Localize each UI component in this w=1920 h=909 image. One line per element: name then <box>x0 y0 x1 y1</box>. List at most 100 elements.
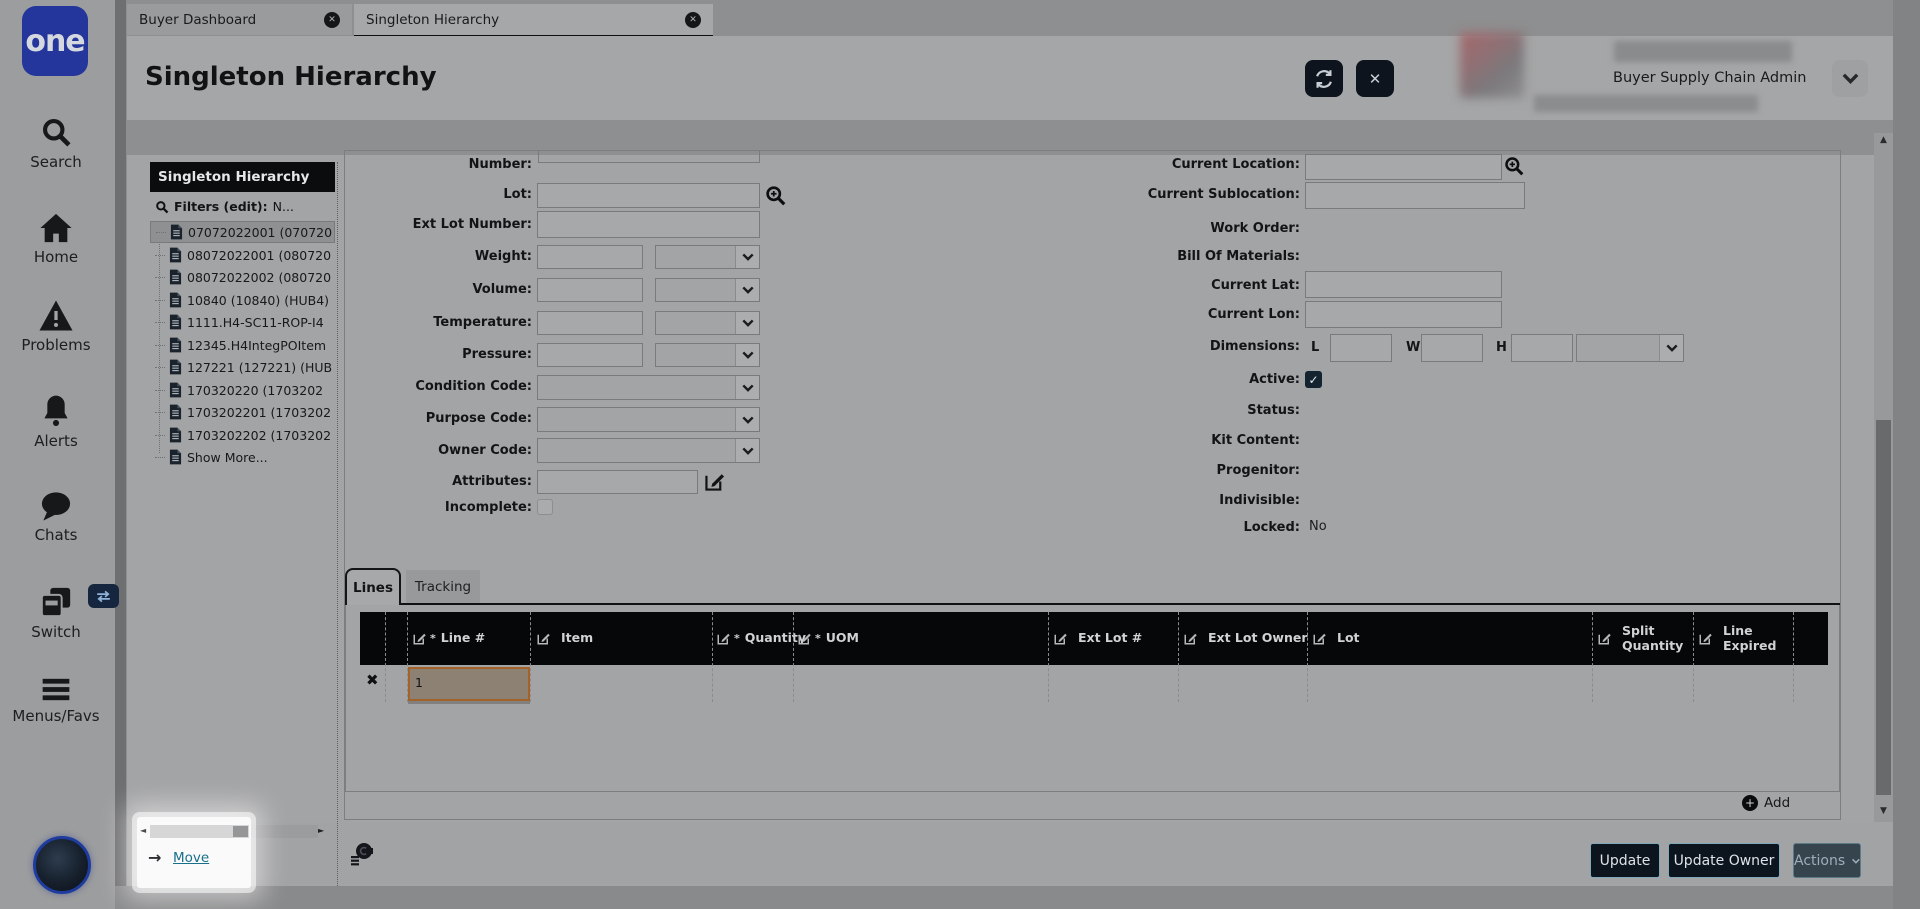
tab-lines[interactable]: Lines <box>345 568 401 605</box>
tab-close-icon[interactable]: ✕ <box>685 11 701 28</box>
tree-item[interactable]: 10840 (10840) (HUB4) <box>150 289 335 311</box>
pressure-input[interactable] <box>537 343 643 367</box>
tree-item[interactable]: 1703202202 (1703202 <box>150 424 335 446</box>
weight-input[interactable] <box>537 245 643 269</box>
col-header-lot[interactable]: Lot <box>1312 612 1360 665</box>
attributes-input[interactable] <box>537 470 698 494</box>
col-header-line[interactable]: * Line # <box>412 612 485 665</box>
sidebar-item-menus-favs[interactable]: Menus/Favs <box>0 676 112 725</box>
refresh-button[interactable] <box>1305 60 1343 97</box>
current-location-input[interactable] <box>1305 154 1502 180</box>
number-field-cropped[interactable] <box>538 151 760 163</box>
document-icon <box>169 314 182 330</box>
tree-item[interactable]: 170320220 (1703202 <box>150 379 335 401</box>
col-header-uom[interactable]: * UOM <box>797 612 859 665</box>
horizontal-scroll-thumb[interactable] <box>233 826 248 837</box>
move-link[interactable]: Move <box>173 850 209 866</box>
incomplete-checkbox[interactable] <box>537 499 553 515</box>
ext-lot-number-input[interactable] <box>537 211 760 238</box>
tour-spotlight: ◄ → Move <box>137 817 251 888</box>
switch-context-badge[interactable] <box>88 584 119 608</box>
tree-item[interactable]: 08072022002 (080720 <box>150 266 335 288</box>
field-label: Current Sublocation: <box>1147 187 1300 202</box>
tree-item[interactable]: 1111.H4-SC11-ROP-I4 <box>150 311 335 333</box>
dim-l-input[interactable] <box>1330 334 1392 362</box>
dim-uom-select[interactable] <box>1576 334 1684 362</box>
tree-filters-row[interactable]: Filters (edit): N... <box>150 193 335 220</box>
tree-stub <box>155 254 165 256</box>
field-label: Current Lat: <box>1211 278 1300 293</box>
pressure-uom-select[interactable] <box>655 343 760 367</box>
tab-buyer-dashboard[interactable]: Buyer Dashboard ✕ <box>127 4 352 35</box>
update-owner-button[interactable]: Update Owner <box>1668 843 1780 878</box>
tree-item[interactable]: 07072022001 (070720 <box>150 221 335 243</box>
col-header-item[interactable]: Item <box>536 612 593 665</box>
tab-close-icon[interactable]: ✕ <box>324 11 340 28</box>
tree-show-more[interactable]: Show More... <box>150 446 335 468</box>
scroll-right-icon[interactable]: ► <box>318 826 324 835</box>
tab-tracking[interactable]: Tracking <box>406 570 480 603</box>
dim-h-input[interactable] <box>1511 334 1573 362</box>
user-menu-button[interactable] <box>1832 60 1868 97</box>
tab-singleton-hierarchy[interactable]: Singleton Hierarchy ✕ <box>354 4 713 38</box>
tree-item[interactable]: 12345.H4IntegPOItem <box>150 334 335 356</box>
update-button[interactable]: Update <box>1590 843 1660 878</box>
line-number-cell[interactable]: 1 <box>408 667 530 701</box>
filters-label[interactable]: Filters (edit): <box>174 199 268 214</box>
actions-button[interactable]: Actions <box>1793 843 1861 878</box>
current-location-lookup-icon[interactable] <box>1504 156 1524 176</box>
barcode-scanner-icon[interactable] <box>349 841 375 868</box>
bottom-strip <box>115 886 1920 909</box>
dim-w-input[interactable] <box>1421 334 1483 362</box>
tree-stub <box>155 344 165 346</box>
lot-lookup-icon[interactable] <box>765 185 786 206</box>
grid-column-divider <box>712 612 713 702</box>
current-sublocation-input[interactable] <box>1305 182 1525 209</box>
volume-uom-select[interactable] <box>655 278 760 302</box>
temperature-input[interactable] <box>537 311 643 335</box>
one-network-logo[interactable]: one <box>22 6 88 76</box>
tree-item[interactable]: 08072022001 (080720 <box>150 244 335 266</box>
move-arrow-icon: → <box>148 848 162 867</box>
search-icon <box>42 119 71 147</box>
col-header-split-quantity[interactable]: Split Quantity <box>1597 612 1684 665</box>
horizontal-scrollbar[interactable] <box>251 825 318 838</box>
active-checkbox[interactable]: ✓ <box>1305 371 1322 388</box>
volume-input[interactable] <box>537 278 643 302</box>
col-header-ext-lot[interactable]: Ext Lot # <box>1053 612 1142 665</box>
lot-input[interactable] <box>537 183 760 208</box>
col-label: Item <box>561 630 594 646</box>
user-avatar[interactable] <box>1460 32 1524 98</box>
sidebar-item-search[interactable]: Search <box>0 116 112 171</box>
sidebar-item-home[interactable]: Home <box>0 212 112 266</box>
scroll-left-icon[interactable]: ◄ <box>140 826 146 835</box>
scroll-down-icon[interactable]: ▼ <box>1874 806 1893 816</box>
tree-item[interactable]: 127221 (127221) (HUB <box>150 356 335 378</box>
owner-code-select[interactable] <box>537 438 760 463</box>
tree-item-label: 12345.H4IntegPOItem <box>187 337 327 353</box>
field-label: Current Location: <box>1171 157 1300 172</box>
sidebar-item-chats[interactable]: Chats <box>0 491 112 544</box>
add-line-button[interactable]: + Add <box>1742 795 1790 811</box>
sidebar-item-problems[interactable]: Problems <box>0 299 112 354</box>
dim-h-label: H <box>1496 340 1507 355</box>
vertical-scroll-thumb[interactable] <box>1876 420 1891 795</box>
edit-attributes-icon[interactable] <box>703 470 726 493</box>
col-header-line-expired[interactable]: Line Expired <box>1698 612 1785 665</box>
weight-uom-select[interactable] <box>655 245 760 269</box>
delete-row-icon[interactable]: ✖ <box>366 671 379 689</box>
condition-code-select[interactable] <box>537 375 760 400</box>
current-lon-input[interactable] <box>1305 301 1502 328</box>
col-label: Split Quantity <box>1622 623 1684 653</box>
current-lat-input[interactable] <box>1305 271 1502 298</box>
tree-item[interactable]: 1703202201 (1703202 <box>150 401 335 423</box>
sidebar-item-alerts[interactable]: Alerts <box>0 394 112 450</box>
field-label: Pressure: <box>462 347 532 362</box>
temperature-uom-select[interactable] <box>655 311 760 335</box>
close-screen-button[interactable]: ✕ <box>1356 60 1394 97</box>
scroll-up-icon[interactable]: ▲ <box>1874 135 1893 145</box>
col-header-ext-lot-owner[interactable]: Ext Lot Owner <box>1183 612 1308 665</box>
user-avatar-bottom[interactable] <box>33 836 91 894</box>
field-label: Incomplete: <box>444 500 532 515</box>
purpose-code-select[interactable] <box>537 407 760 432</box>
